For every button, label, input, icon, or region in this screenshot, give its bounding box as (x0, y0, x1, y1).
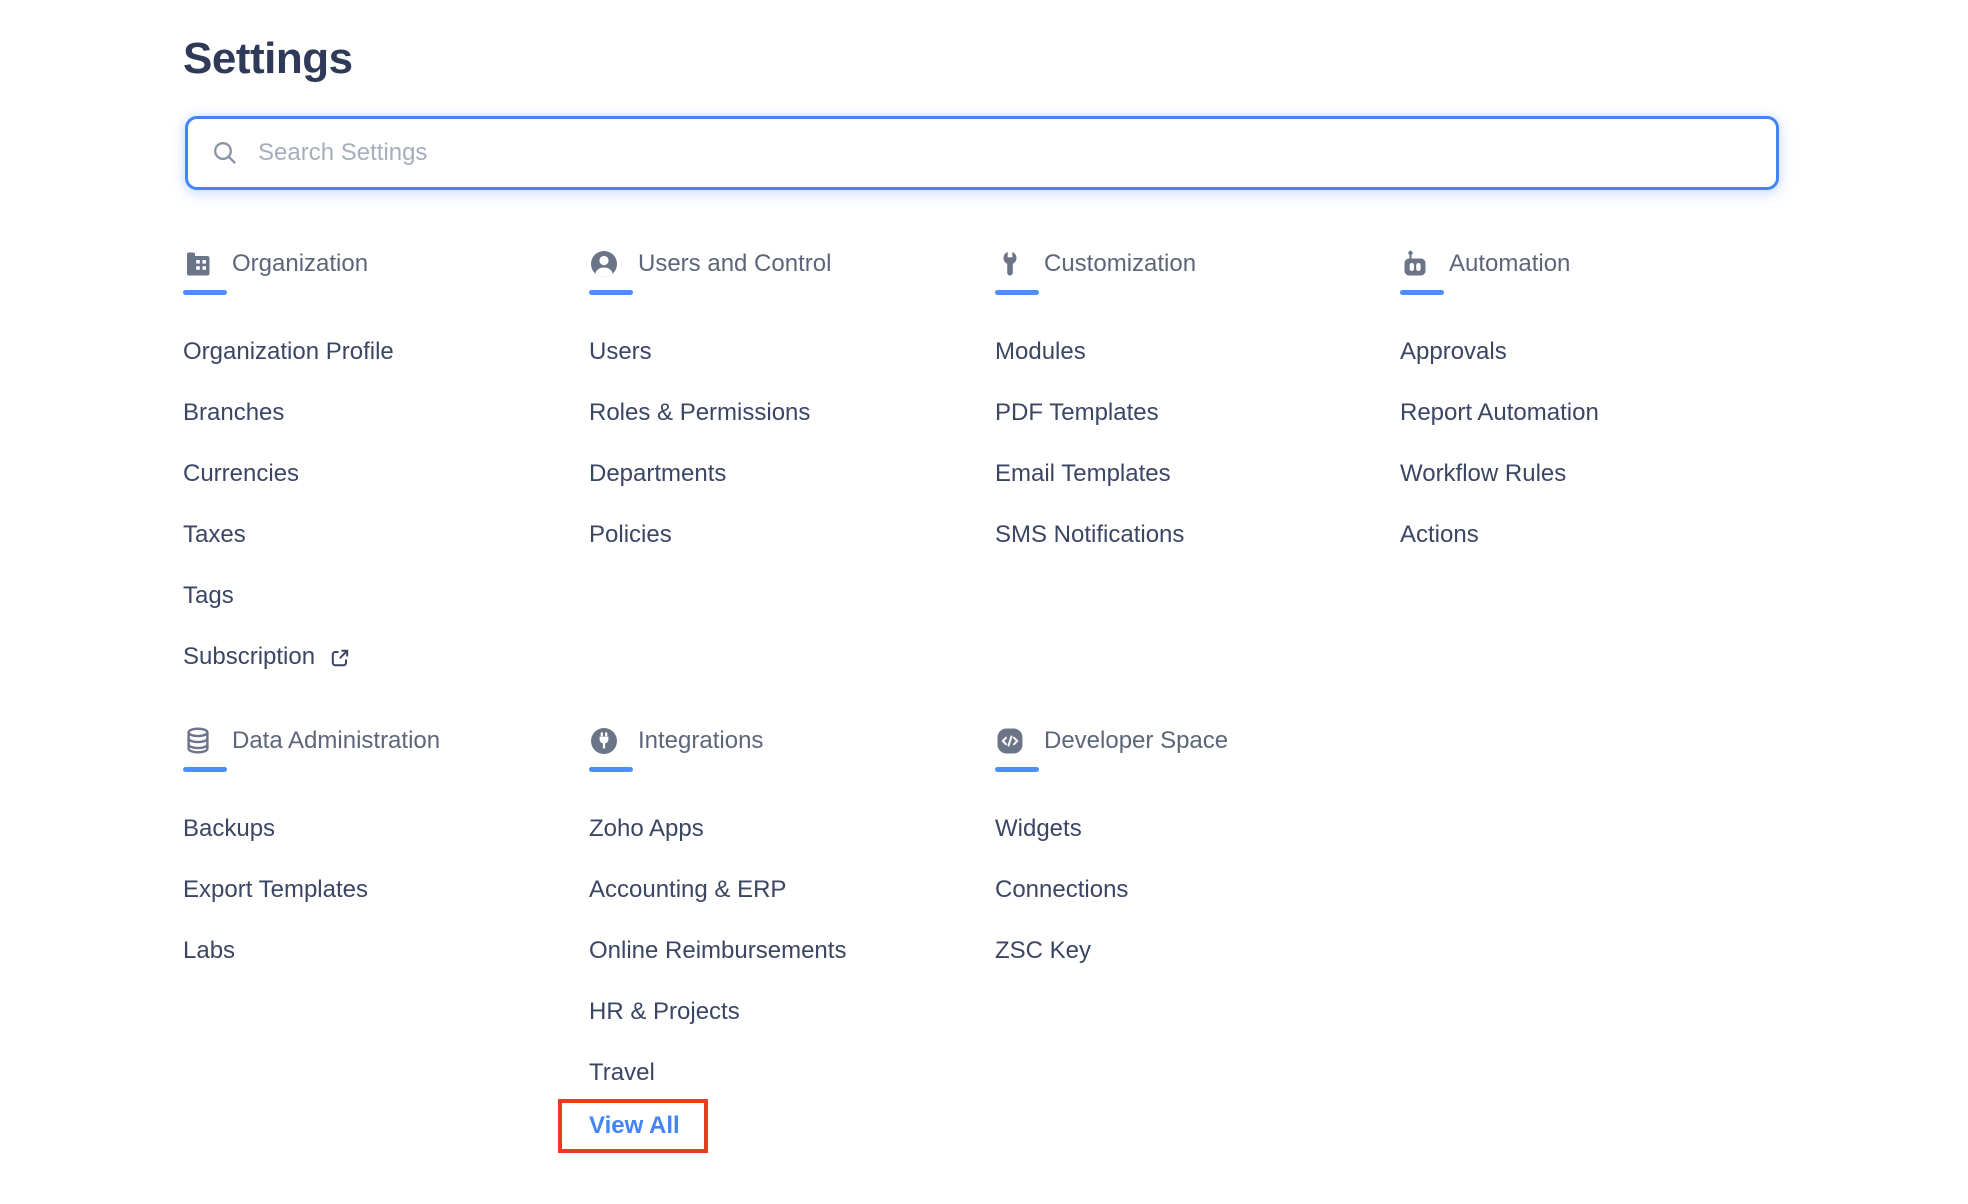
section-integrations-header: Integrations (589, 725, 974, 757)
plug-icon (589, 726, 619, 756)
settings-link-accounting-erp[interactable]: Accounting & ERP (589, 859, 974, 920)
settings-link-backups[interactable]: Backups (183, 798, 568, 859)
section-automation-header: Automation (1400, 248, 1785, 280)
view-all-link[interactable]: View All (589, 1112, 680, 1140)
search-input[interactable] (256, 138, 1756, 168)
settings-link-report-automation[interactable]: Report Automation (1400, 382, 1785, 443)
section-customization: Customization Modules PDF Templates Emai… (995, 248, 1380, 565)
settings-link-taxes[interactable]: Taxes (183, 504, 568, 565)
section-underline (995, 767, 1039, 772)
settings-link-policies[interactable]: Policies (589, 504, 974, 565)
section-underline (589, 290, 633, 295)
settings-link-organization-profile[interactable]: Organization Profile (183, 321, 568, 382)
search-icon (210, 138, 240, 168)
settings-link-workflow-rules[interactable]: Workflow Rules (1400, 443, 1785, 504)
settings-link-labs[interactable]: Labs (183, 920, 568, 981)
section-underline (183, 290, 227, 295)
section-underline (589, 767, 633, 772)
database-icon (183, 726, 213, 756)
section-label: Automation (1449, 250, 1570, 278)
section-label: Users and Control (638, 250, 831, 278)
robot-icon (1400, 249, 1430, 279)
settings-link-email-templates[interactable]: Email Templates (995, 443, 1380, 504)
section-underline (1400, 290, 1444, 295)
settings-link-export-templates[interactable]: Export Templates (183, 859, 568, 920)
settings-link-currencies[interactable]: Currencies (183, 443, 568, 504)
building-icon (183, 249, 213, 279)
section-data-administration-header: Data Administration (183, 725, 568, 757)
section-data-administration: Data Administration Backups Export Templ… (183, 725, 568, 981)
section-label: Developer Space (1044, 727, 1228, 755)
wrench-icon (995, 249, 1025, 279)
settings-link-travel[interactable]: Travel (589, 1042, 974, 1103)
settings-link-users[interactable]: Users (589, 321, 974, 382)
section-underline (183, 767, 227, 772)
settings-link-zoho-apps[interactable]: Zoho Apps (589, 798, 974, 859)
search-box[interactable] (185, 116, 1779, 190)
settings-link-approvals[interactable]: Approvals (1400, 321, 1785, 382)
settings-link-branches[interactable]: Branches (183, 382, 568, 443)
settings-link-widgets[interactable]: Widgets (995, 798, 1380, 859)
settings-link-sms-notifications[interactable]: SMS Notifications (995, 504, 1380, 565)
view-all-highlight-box: View All (558, 1099, 708, 1153)
section-organization-header: Organization (183, 248, 568, 280)
section-developer-space: Developer Space Widgets Connections ZSC … (995, 725, 1380, 981)
settings-link-subscription[interactable]: Subscription (183, 626, 568, 687)
settings-link-roles-permissions[interactable]: Roles & Permissions (589, 382, 974, 443)
section-label: Organization (232, 250, 368, 278)
section-underline (995, 290, 1039, 295)
section-developer-space-header: Developer Space (995, 725, 1380, 757)
settings-link-connections[interactable]: Connections (995, 859, 1380, 920)
section-label: Customization (1044, 250, 1196, 278)
settings-link-departments[interactable]: Departments (589, 443, 974, 504)
settings-link-pdf-templates[interactable]: PDF Templates (995, 382, 1380, 443)
section-customization-header: Customization (995, 248, 1380, 280)
section-organization: Organization Organization Profile Branch… (183, 248, 568, 687)
section-automation: Automation Approvals Report Automation W… (1400, 248, 1785, 565)
external-link-icon (329, 647, 351, 669)
settings-link-tags[interactable]: Tags (183, 565, 568, 626)
settings-link-modules[interactable]: Modules (995, 321, 1380, 382)
settings-link-online-reimbursements[interactable]: Online Reimbursements (589, 920, 974, 981)
section-label: Integrations (638, 727, 763, 755)
settings-page: Settings Organization (0, 0, 1968, 1204)
section-users-and-control: Users and Control Users Roles & Permissi… (589, 248, 974, 565)
page-title: Settings (183, 34, 353, 84)
settings-link-hr-projects[interactable]: HR & Projects (589, 981, 974, 1042)
section-integrations: Integrations Zoho Apps Accounting & ERP … (589, 725, 974, 1153)
section-users-and-control-header: Users and Control (589, 248, 974, 280)
code-icon (995, 726, 1025, 756)
settings-link-actions[interactable]: Actions (1400, 504, 1785, 565)
settings-link-zsc-key[interactable]: ZSC Key (995, 920, 1380, 981)
user-circle-icon (589, 249, 619, 279)
section-label: Data Administration (232, 727, 440, 755)
